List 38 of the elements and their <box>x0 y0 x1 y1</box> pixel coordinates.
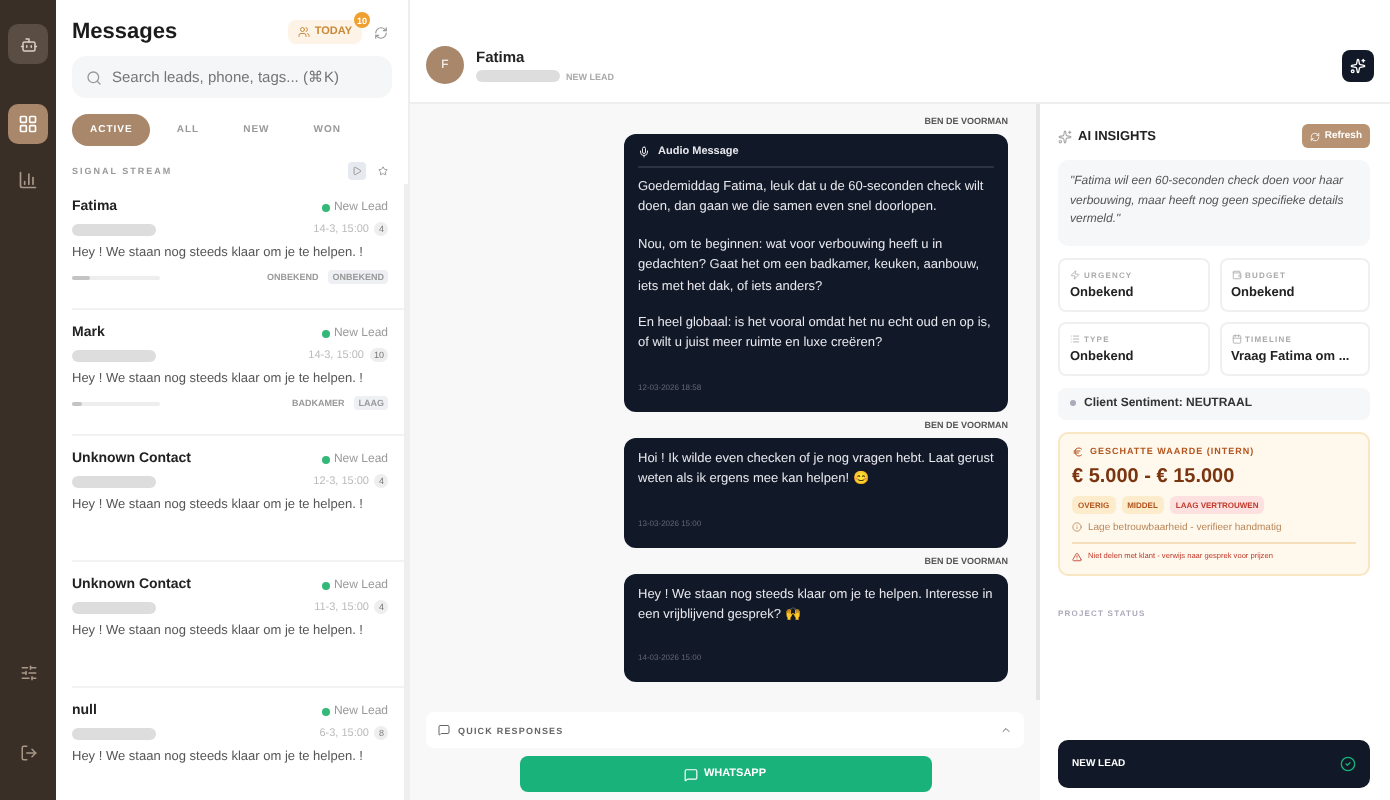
fact-icon <box>1070 333 1080 344</box>
chat-icon <box>438 724 450 736</box>
sliders-icon <box>19 663 37 681</box>
redacted-phone <box>72 475 156 487</box>
refresh-button[interactable] <box>370 21 392 43</box>
stream-button[interactable] <box>374 162 392 180</box>
redacted-phone <box>72 223 156 235</box>
warning-icon <box>1072 551 1082 562</box>
search-icon <box>86 69 102 85</box>
refresh-icon <box>1310 131 1321 141</box>
play-icon <box>352 166 362 176</box>
info-icon <box>1072 522 1082 533</box>
check-circle-icon <box>1340 756 1356 772</box>
sparkle-icon <box>1058 129 1072 143</box>
redacted-phone <box>72 601 156 613</box>
microphone-icon <box>638 146 650 158</box>
chat-icon <box>683 767 698 781</box>
inbox-title: Messages <box>72 20 180 44</box>
sparkle-icon <box>1350 57 1366 73</box>
people-icon <box>298 26 311 38</box>
logout-icon <box>19 743 37 761</box>
estimate-value: € 5.000 - € 15.000 <box>1072 465 1237 488</box>
refresh-icon <box>374 25 388 39</box>
bar-chart-icon <box>18 170 38 190</box>
fact-icon <box>1070 269 1080 280</box>
redacted-phone <box>72 727 156 739</box>
fact-icon <box>1231 269 1241 280</box>
euro-icon <box>1072 445 1084 458</box>
star-icon <box>378 166 388 176</box>
ai-toggle-button[interactable] <box>1342 49 1374 81</box>
redacted-phone <box>476 70 560 82</box>
robot-icon <box>19 35 37 53</box>
grid-icon <box>18 114 38 134</box>
redacted-phone <box>72 349 156 361</box>
fact-icon <box>1231 333 1241 344</box>
nav-button[interactable] <box>8 104 48 144</box>
stream-button[interactable] <box>348 162 366 180</box>
chevron-up-icon <box>1000 724 1012 736</box>
